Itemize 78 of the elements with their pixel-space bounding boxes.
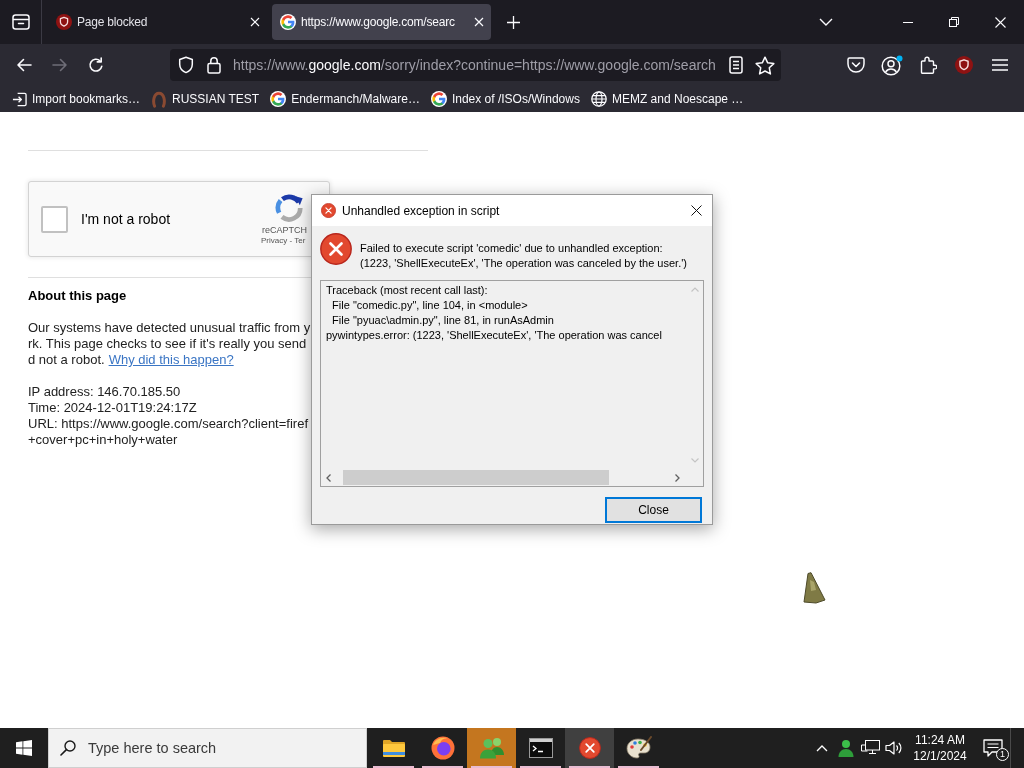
error-icon bbox=[320, 233, 352, 265]
person-icon[interactable] bbox=[838, 739, 854, 757]
bookmark-item[interactable]: MEMZ and Noescape … bbox=[590, 90, 744, 108]
browser-tab[interactable]: Page blocked bbox=[48, 4, 267, 40]
bookmark-item[interactable]: RUSSIAN TEST bbox=[151, 90, 260, 108]
bookmark-item[interactable]: Endermanch/Malware… bbox=[270, 90, 420, 108]
horseshoe-icon bbox=[151, 90, 168, 108]
captcha-checkbox[interactable] bbox=[41, 205, 68, 233]
back-arrow-icon[interactable] bbox=[16, 58, 32, 72]
notification-icon[interactable] bbox=[983, 739, 1003, 757]
shield-badge-icon[interactable] bbox=[955, 56, 973, 74]
notification-badge: 1 bbox=[996, 748, 1009, 761]
search-field[interactable]: Type here to search bbox=[48, 728, 367, 768]
account-icon[interactable] bbox=[881, 54, 903, 76]
clock-time: 11:24 AM bbox=[915, 732, 965, 748]
address-field[interactable]: https://www.google.com/sorry/index?continue=https://www.google.com/search bbox=[170, 49, 781, 81]
close-button[interactable]: Close bbox=[605, 497, 702, 523]
traceback-line: Traceback (most recent call last): bbox=[326, 283, 488, 298]
traceback-field[interactable]: Traceback (most recent call last): File "comedic.py", line 104, in <module> File "pyuac\admin.py", line 81, in runAsAdmin pywintypes.error: (1223, 'ShellExecuteEx', 'The operation was cancel bbox=[320, 280, 704, 487]
error-icon bbox=[321, 203, 336, 218]
captcha-brand: reCAPTCH bbox=[262, 225, 307, 236]
browser-tab[interactable]: https://www.google.com/searc bbox=[272, 4, 491, 40]
body-text: rk. This page checks to see if it's really you send bbox=[28, 336, 307, 352]
tab-overview-icon[interactable] bbox=[11, 14, 30, 30]
folder-icon bbox=[381, 738, 406, 758]
url-text: https://www.google.com/sorry/index?continue=https://www.google.com/search bbox=[233, 55, 716, 75]
shield-badge-icon bbox=[56, 14, 72, 30]
network-icon[interactable] bbox=[860, 740, 880, 756]
google-g-icon bbox=[430, 91, 447, 107]
chevron-down-icon[interactable] bbox=[819, 18, 833, 26]
section-heading: About this page bbox=[28, 288, 127, 304]
error-icon bbox=[578, 737, 601, 759]
sphere-icon bbox=[430, 736, 455, 760]
palette-icon bbox=[625, 736, 652, 760]
bookmark-item[interactable]: Index of /ISOs/Windows bbox=[430, 90, 580, 108]
import-icon bbox=[12, 91, 27, 107]
puzzle-piece-icon[interactable] bbox=[919, 56, 937, 74]
windows-logo-icon[interactable] bbox=[16, 740, 32, 756]
globe-icon bbox=[590, 91, 607, 107]
traceback-line: File "comedic.py", line 104, in <module> bbox=[331, 298, 528, 313]
dialog-title: Unhandled exception in script bbox=[342, 202, 500, 220]
traceback-line: pywintypes.error: (1223, 'ShellExecuteEx', 'The operation was cancel bbox=[326, 328, 662, 343]
google-g-icon bbox=[280, 14, 296, 30]
star-icon[interactable] bbox=[755, 55, 775, 75]
google-g-icon bbox=[270, 91, 287, 107]
detail-text: URL: https://www.google.com/search?client=firef bbox=[28, 416, 308, 432]
body-text: Our systems have detected unusual traffic from y bbox=[28, 320, 311, 336]
traceback-line: File "pyuac\admin.py", line 81, in runAsAdmin bbox=[331, 313, 554, 328]
recaptcha-logo-icon bbox=[274, 193, 304, 223]
help-link[interactable]: Why did this happen? bbox=[108, 352, 234, 368]
captcha-label: I'm not a robot bbox=[81, 209, 171, 229]
clock-date: 12/1/2024 bbox=[913, 748, 967, 764]
menu-icon[interactable] bbox=[992, 59, 1008, 71]
shield-icon[interactable] bbox=[178, 56, 194, 74]
captcha-terms-link[interactable]: Privacy - Ter bbox=[261, 236, 306, 246]
reload-icon[interactable] bbox=[88, 57, 104, 73]
error-message: Failed to execute script 'comedic' due to unhandled exception: bbox=[360, 241, 664, 256]
close-icon[interactable] bbox=[691, 205, 702, 216]
detail-text: IP address: 146.70.185.50 bbox=[28, 384, 181, 400]
lock-icon[interactable] bbox=[207, 56, 221, 74]
chevron-up-icon[interactable] bbox=[816, 744, 828, 752]
restore-icon[interactable] bbox=[949, 17, 959, 27]
cone-icon bbox=[802, 572, 826, 604]
detail-text: +cover+pc+in+holy+water bbox=[28, 432, 178, 448]
chevron-pouch-icon[interactable] bbox=[847, 57, 865, 73]
people-icon bbox=[478, 737, 505, 759]
bookmark-item[interactable]: Import bookmarks… bbox=[12, 90, 141, 108]
plus-icon[interactable] bbox=[507, 15, 520, 29]
minimize-icon[interactable] bbox=[903, 21, 913, 23]
speaker-icon[interactable] bbox=[884, 740, 902, 756]
detail-text: Time: 2024-12-01T19:24:17Z bbox=[28, 400, 197, 416]
taskbar-app-button[interactable] bbox=[565, 728, 614, 768]
search-icon bbox=[60, 740, 76, 756]
reader-view-icon[interactable] bbox=[729, 56, 743, 74]
body-text: d not a robot. bbox=[28, 352, 105, 368]
terminal-icon bbox=[528, 738, 553, 758]
scrollbar-thumb[interactable] bbox=[343, 470, 609, 485]
error-message: (1223, 'ShellExecuteEx', 'The operation was canceled by the user.') bbox=[360, 256, 687, 271]
